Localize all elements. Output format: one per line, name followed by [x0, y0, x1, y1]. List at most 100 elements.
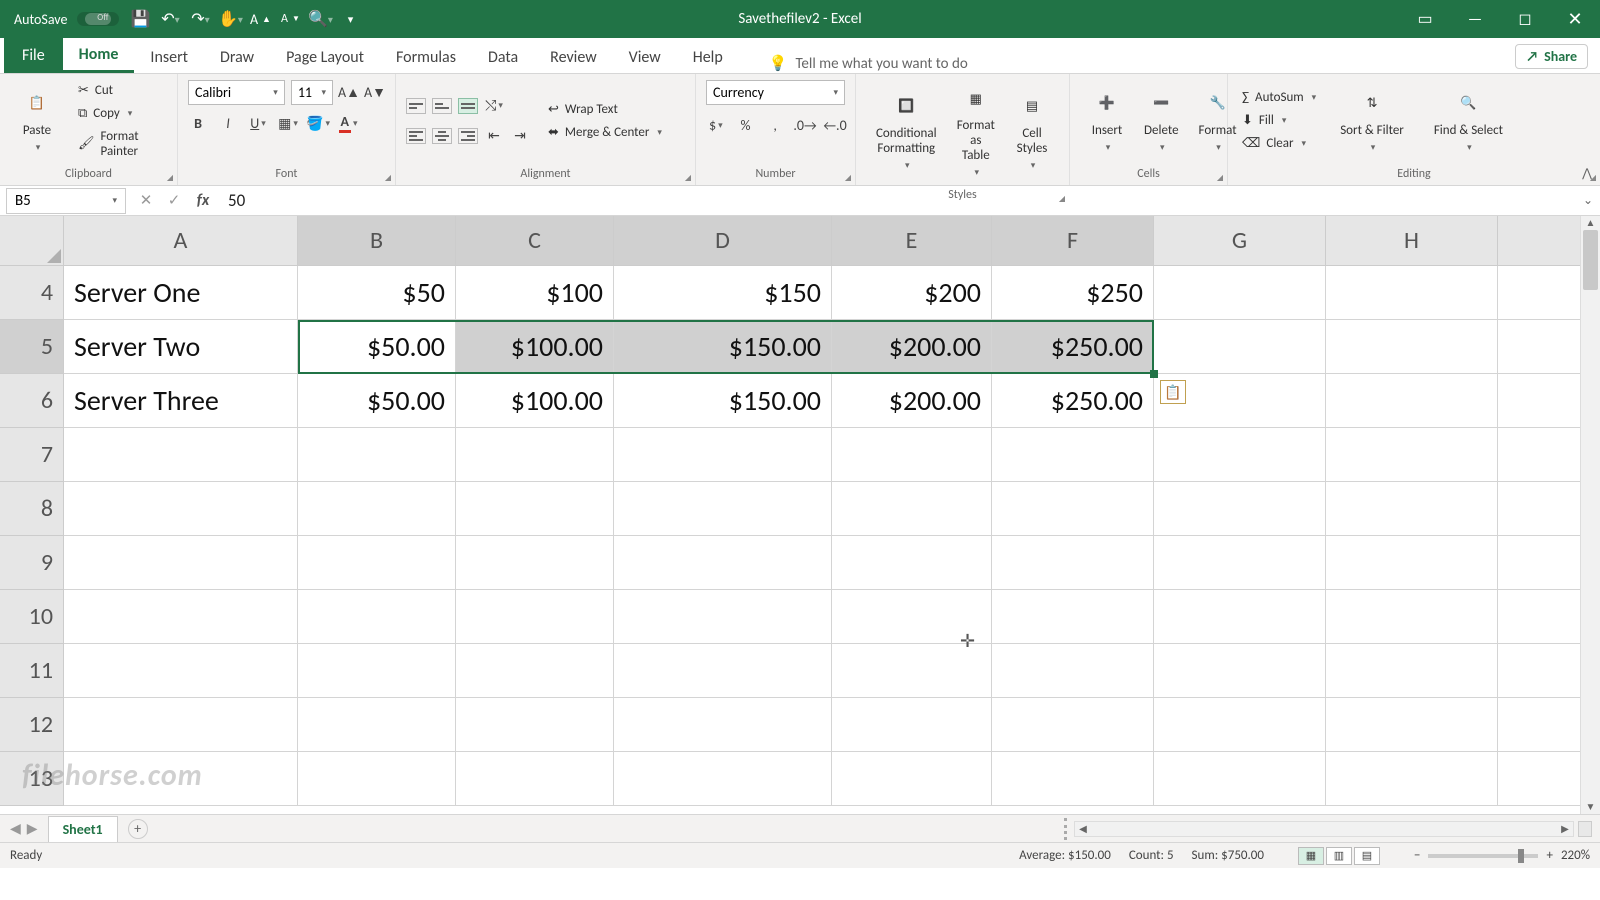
cell-E10[interactable] — [832, 590, 992, 644]
cell-B12[interactable] — [298, 698, 456, 752]
row-header-11[interactable]: 11 — [0, 644, 64, 698]
cell-C6[interactable]: $100.00 — [456, 374, 614, 428]
cell-I11[interactable] — [1498, 644, 1582, 698]
comma-format-icon[interactable]: , — [765, 115, 785, 135]
cell-H13[interactable] — [1326, 752, 1498, 806]
cell-D9[interactable] — [614, 536, 832, 590]
cell-D11[interactable] — [614, 644, 832, 698]
cell-A13[interactable] — [64, 752, 298, 806]
ribbon-display-options-icon[interactable]: ▭ — [1400, 0, 1450, 38]
align-right-icon[interactable] — [458, 128, 478, 144]
shrink-font-icon[interactable]: A▼ — [365, 83, 385, 103]
underline-icon[interactable]: U▾ — [248, 113, 268, 133]
format-painter-button[interactable]: 🖌Format Painter — [74, 127, 167, 161]
cell-E7[interactable] — [832, 428, 992, 482]
cell-B7[interactable] — [298, 428, 456, 482]
row-header-4[interactable]: 4 — [0, 266, 64, 320]
cell-G5[interactable] — [1154, 320, 1326, 374]
cut-button[interactable]: ✂Cut — [74, 81, 167, 100]
cell-D12[interactable] — [614, 698, 832, 752]
format-as-table-button[interactable]: ▦Format as Table▾ — [947, 80, 1005, 182]
cell-B4[interactable]: $50 — [298, 266, 456, 320]
col-header-next[interactable] — [1498, 216, 1582, 266]
font-size-select[interactable]: 11▾ — [291, 80, 333, 105]
cell-A11[interactable] — [64, 644, 298, 698]
scroll-up-icon[interactable]: ▲ — [1581, 216, 1600, 230]
decrease-indent-icon[interactable]: ⇤ — [484, 126, 504, 146]
cell-B11[interactable] — [298, 644, 456, 698]
cell-B10[interactable] — [298, 590, 456, 644]
cell-A10[interactable] — [64, 590, 298, 644]
row-header-13[interactable]: 13 — [0, 752, 64, 806]
sort-filter-button[interactable]: ⇅Sort & Filter▾ — [1330, 85, 1414, 157]
cell-A7[interactable] — [64, 428, 298, 482]
cell-C11[interactable] — [456, 644, 614, 698]
increase-indent-icon[interactable]: ⇥ — [510, 126, 530, 146]
hscroll-splitter[interactable] — [1578, 821, 1592, 837]
cell-H12[interactable] — [1326, 698, 1498, 752]
tab-draw[interactable]: Draw — [204, 40, 270, 73]
cell-E13[interactable] — [832, 752, 992, 806]
clear-button[interactable]: ⌫Clear▾ — [1238, 134, 1320, 153]
zoom-slider-knob[interactable] — [1518, 849, 1524, 863]
tab-insert[interactable]: Insert — [134, 40, 204, 73]
align-middle-icon[interactable] — [432, 98, 452, 114]
cell-styles-button[interactable]: ▤Cell Styles▾ — [1005, 88, 1059, 175]
cell-H4[interactable] — [1326, 266, 1498, 320]
expand-formula-bar-icon[interactable]: ⌄ — [1576, 193, 1600, 208]
cell-G11[interactable] — [1154, 644, 1326, 698]
tab-file[interactable]: File — [4, 38, 63, 73]
fx-icon[interactable]: fx — [188, 191, 218, 210]
cell-H10[interactable] — [1326, 590, 1498, 644]
increase-decimal-icon[interactable]: .0→ — [795, 115, 815, 135]
cell-F4[interactable]: $250 — [992, 266, 1154, 320]
cell-I6[interactable] — [1498, 374, 1582, 428]
paste-options-smarttag[interactable]: 📋 — [1160, 380, 1186, 404]
tab-data[interactable]: Data — [472, 40, 534, 73]
scroll-right-icon[interactable]: ▶ — [1557, 822, 1573, 835]
grow-font-icon[interactable]: A▲ — [339, 83, 359, 103]
percent-format-icon[interactable]: % — [736, 115, 756, 135]
row-header-9[interactable]: 9 — [0, 536, 64, 590]
row-header-5[interactable]: 5 — [0, 320, 64, 374]
row-header-6[interactable]: 6 — [0, 374, 64, 428]
align-bottom-icon[interactable] — [458, 98, 478, 114]
col-header-E[interactable]: E — [832, 216, 992, 266]
qat-customize-icon[interactable]: ▾ — [341, 10, 359, 28]
row-header-7[interactable]: 7 — [0, 428, 64, 482]
cell-B5[interactable]: $50.00 — [298, 320, 456, 374]
tab-view[interactable]: View — [613, 40, 677, 73]
cell-I7[interactable] — [1498, 428, 1582, 482]
select-all-corner[interactable] — [0, 216, 64, 266]
zoom-slider[interactable] — [1428, 854, 1538, 858]
cell-D6[interactable]: $150.00 — [614, 374, 832, 428]
cell-A12[interactable] — [64, 698, 298, 752]
cancel-formula-icon[interactable]: ✕ — [132, 191, 160, 210]
italic-icon[interactable]: I — [218, 113, 238, 133]
vertical-scrollbar[interactable]: ▲ ▼ — [1580, 216, 1600, 814]
cell-G12[interactable] — [1154, 698, 1326, 752]
decrease-font-icon[interactable]: A▼ — [281, 10, 299, 28]
add-sheet-button[interactable]: + — [128, 819, 148, 839]
col-header-C[interactable]: C — [456, 216, 614, 266]
accounting-format-icon[interactable]: $▾ — [706, 115, 726, 135]
cell-C10[interactable] — [456, 590, 614, 644]
cell-A6[interactable]: Server Three — [64, 374, 298, 428]
font-name-select[interactable]: Calibri▾ — [188, 80, 285, 105]
row-header-8[interactable]: 8 — [0, 482, 64, 536]
cell-G7[interactable] — [1154, 428, 1326, 482]
scroll-down-icon[interactable]: ▼ — [1581, 800, 1600, 814]
cell-E4[interactable]: $200 — [832, 266, 992, 320]
cell-C13[interactable] — [456, 752, 614, 806]
cell-G13[interactable] — [1154, 752, 1326, 806]
row-header-10[interactable]: 10 — [0, 590, 64, 644]
touch-mode-icon[interactable]: ✋▾ — [221, 10, 239, 28]
autosave-toggle[interactable]: AutoSave — [14, 11, 119, 28]
page-layout-view-icon[interactable]: ▥ — [1326, 847, 1352, 865]
decrease-decimal-icon[interactable]: ←.0 — [825, 115, 845, 135]
col-header-D[interactable]: D — [614, 216, 832, 266]
close-icon[interactable]: ✕ — [1550, 0, 1600, 38]
cell-D13[interactable] — [614, 752, 832, 806]
sheet-tab-splitter[interactable] — [1064, 818, 1070, 840]
sheet-tab-sheet1[interactable]: Sheet1 — [48, 816, 118, 842]
